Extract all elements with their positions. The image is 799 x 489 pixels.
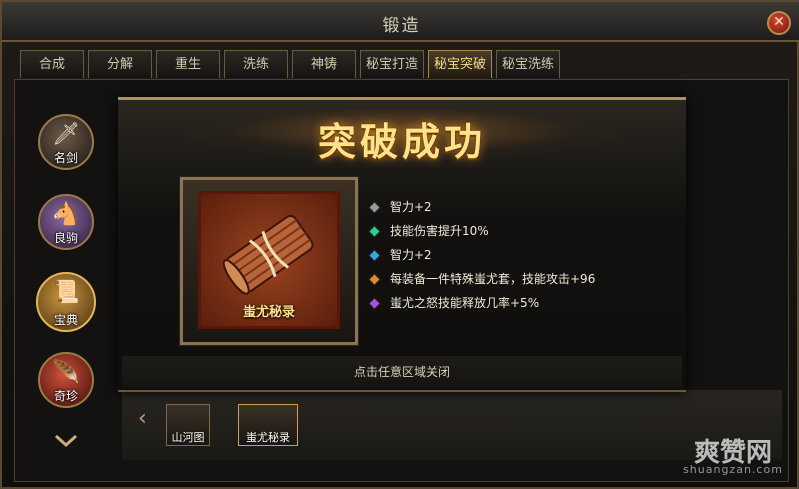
banner-title: 突破成功 (317, 119, 486, 164)
attribute-row: 智力+2 (368, 198, 690, 218)
sidebar-item-sword[interactable]: 🗡 名剑 (38, 114, 94, 170)
chevron-left-icon[interactable]: ‹ (138, 406, 147, 431)
item-slot[interactable]: 山河图 (166, 404, 210, 446)
tab-treasure-craft[interactable]: 秘宝打造 (360, 50, 424, 78)
tab-rebirth[interactable]: 重生 (156, 50, 220, 78)
forge-window: 锻造 ✕ 合成 分解 重生 洗练 神铸 秘宝打造 秘宝突破 秘宝洗练 🗡 名剑 … (0, 0, 799, 489)
attribute-row: 技能伤害提升10% (368, 222, 690, 242)
attribute-row: 蚩尤之怒技能释放几率+5% (368, 294, 690, 314)
sidebar-item-label: 良驹 (53, 231, 78, 245)
diamond-icon (368, 249, 381, 262)
tab-treasure-refine[interactable]: 秘宝洗练 (496, 50, 560, 78)
diamond-icon (368, 297, 381, 310)
tab-divine-forge[interactable]: 神铸 (292, 50, 356, 78)
attribute-row: 智力+2 (368, 246, 690, 266)
item-name: 蚩尤秘录 (242, 305, 295, 320)
sword-icon: 🗡 (52, 122, 80, 147)
item-slot-label: 山河图 (171, 431, 205, 444)
item-slot-label: 蚩尤秘录 (246, 431, 290, 444)
attribute-text: 智力+2 (390, 248, 432, 262)
sidebar-item-horse[interactable]: 🐴 良驹 (38, 194, 94, 250)
item-slot[interactable]: 蚩尤秘录 (238, 404, 298, 446)
window-title: 锻造 (382, 16, 421, 36)
sidebar-item-label: 宝典 (53, 313, 78, 327)
attribute-text: 技能伤害提升10% (390, 224, 489, 238)
diamond-icon (368, 201, 381, 214)
sidebar-item-label: 奇珍 (53, 389, 78, 403)
watermark-url: shuangzan.com (683, 463, 783, 476)
tab-synthesize[interactable]: 合成 (20, 50, 84, 78)
sidebar-item-treasure[interactable]: 🪶 奇珍 (38, 352, 94, 408)
item-portrait: 蚩尤秘录 (198, 191, 340, 329)
scroll-icon (222, 214, 314, 295)
diamond-icon (368, 273, 381, 286)
success-banner: 突破成功 (182, 101, 622, 164)
title-bar: 锻造 ✕ (2, 2, 799, 42)
tab-decompose[interactable]: 分解 (88, 50, 152, 78)
diamond-icon (368, 225, 381, 238)
attribute-text: 智力+2 (390, 200, 432, 214)
book-icon: 📜 (52, 280, 80, 305)
horse-icon: 🐴 (52, 202, 80, 227)
chevron-down-icon[interactable] (54, 434, 78, 448)
attribute-text: 每装备一件特殊蚩尤套，技能攻击+96 (390, 272, 596, 286)
sidebar-item-book[interactable]: 📜 宝典 (36, 272, 96, 332)
attribute-text: 蚩尤之怒技能释放几率+5% (390, 296, 540, 310)
item-portrait-frame: 蚩尤秘录 (179, 176, 359, 346)
sidebar-item-label: 名剑 (53, 151, 78, 165)
close-hint: 点击任意区域关闭 (353, 365, 450, 379)
tab-refine[interactable]: 洗练 (224, 50, 288, 78)
close-button[interactable]: ✕ (767, 11, 791, 35)
feather-icon: 🪶 (52, 360, 80, 385)
attribute-row: 每装备一件特殊蚩尤套，技能攻击+96 (368, 270, 690, 290)
tab-treasure-breakthrough[interactable]: 秘宝突破 (428, 50, 492, 78)
